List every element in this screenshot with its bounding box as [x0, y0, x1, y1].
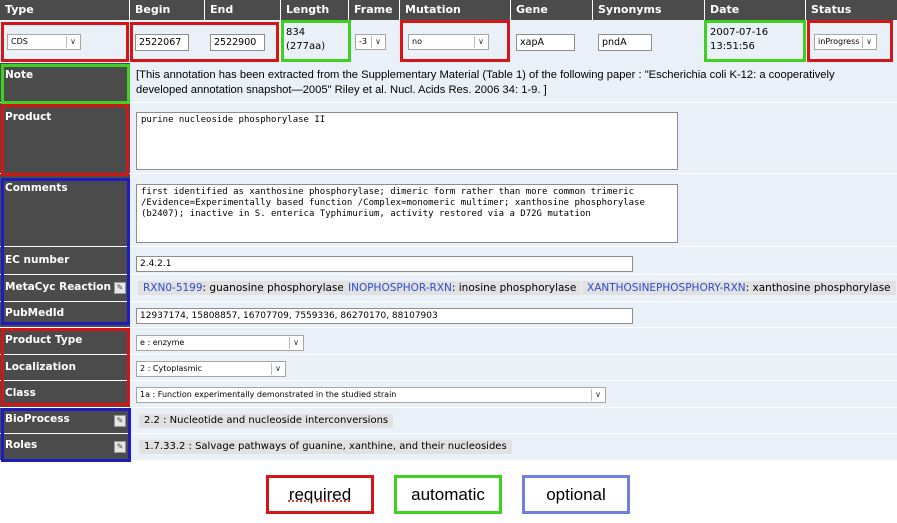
- localization-row: 2 : Cytoplasmic ∨: [130, 355, 897, 381]
- column-header-gene: Gene: [511, 0, 593, 20]
- pubmed-row: 12937174, 15808857, 16707709, 7559336, 8…: [130, 302, 897, 328]
- edit-icon[interactable]: ✎: [114, 415, 126, 427]
- bioprocess-row: 2.2 : Nucleotide and nucleoside intercon…: [130, 408, 897, 434]
- status-select[interactable]: inProgress ∨: [814, 34, 877, 50]
- synonyms-input[interactable]: pndA: [598, 34, 652, 51]
- note-row: [This annotation has been extracted from…: [130, 63, 897, 103]
- class-select[interactable]: 1a : Function experimentally demonstrate…: [136, 387, 606, 403]
- class-label: Class: [0, 381, 130, 408]
- product-row: purine nucleoside phosphorylase II: [130, 103, 897, 174]
- column-header-end: End: [205, 0, 281, 20]
- roles-row: 1.7.33.2 : Salvage pathways of guanine, …: [130, 434, 897, 461]
- ec-number-label: EC number: [0, 247, 130, 275]
- legend-optional: optional: [522, 475, 630, 514]
- comments-textarea[interactable]: first identified as xanthosine phosphory…: [136, 184, 678, 243]
- annotation-editor: Type Begin End Length Frame Mutation Gen…: [0, 0, 897, 523]
- chevron-down-icon: ∨: [862, 36, 875, 48]
- mutation-select[interactable]: no ∨: [408, 34, 489, 50]
- column-header-status: Status: [806, 0, 897, 20]
- roles-chip[interactable]: 1.7.33.2 : Salvage pathways of guanine, …: [139, 440, 512, 454]
- class-row: 1a : Function experimentally demonstrate…: [130, 381, 897, 408]
- roles-label: Roles ✎: [0, 434, 130, 461]
- column-header-length: Length: [281, 0, 349, 20]
- gene-input[interactable]: xapA: [516, 34, 575, 51]
- chevron-down-icon: ∨: [591, 389, 604, 401]
- product-type-row: e : enzyme ∨: [130, 328, 897, 355]
- type-select[interactable]: CDS ∨: [7, 34, 81, 50]
- begin-input[interactable]: 2522067: [135, 34, 189, 51]
- edit-icon[interactable]: ✎: [114, 441, 126, 453]
- chevron-down-icon: ∨: [474, 36, 487, 48]
- pubmed-input[interactable]: 12937174, 15808857, 16707709, 7559336, 8…: [136, 308, 633, 324]
- comments-row: first identified as xanthosine phosphory…: [130, 174, 897, 247]
- column-header-date: Date: [705, 0, 806, 20]
- column-header-type: Type: [0, 0, 130, 20]
- column-header-begin: Begin: [130, 0, 205, 20]
- column-header-frame: Frame: [349, 0, 400, 20]
- chevron-down-icon: ∨: [271, 363, 284, 375]
- chevron-down-icon: ∨: [371, 36, 384, 48]
- ec-number-row: 2.4.2.1: [130, 247, 897, 275]
- note-text: [This annotation has been extracted from…: [136, 69, 835, 96]
- legend-automatic: automatic: [394, 475, 502, 514]
- length-value: 834 (277aa): [286, 27, 326, 52]
- metacyc-row: RXN0-5199: guanosine phosphorylase INOPH…: [130, 275, 897, 302]
- pubmed-label: PubMedId: [0, 302, 130, 328]
- comments-label: Comments: [0, 174, 130, 247]
- metacyc-reaction-chip[interactable]: RXN0-5199: guanosine phosphorylase: [138, 281, 349, 295]
- frame-select[interactable]: -3 ∨: [355, 34, 386, 50]
- bioprocess-label: BioProcess ✎: [0, 408, 130, 434]
- localization-select[interactable]: 2 : Cytoplasmic ∨: [136, 361, 286, 377]
- date-value: 2007-07-16 13:51:56: [710, 27, 769, 52]
- metacyc-label: MetaCyc Reaction ✎: [0, 275, 130, 302]
- column-header-mutation: Mutation: [400, 0, 511, 20]
- note-label: Note: [0, 63, 130, 103]
- bioprocess-chip[interactable]: 2.2 : Nucleotide and nucleoside intercon…: [139, 414, 394, 428]
- product-type-label: Product Type: [0, 328, 130, 355]
- product-textarea[interactable]: purine nucleoside phosphorylase II: [136, 112, 678, 170]
- end-input[interactable]: 2522900: [210, 34, 265, 51]
- product-label: Product: [0, 103, 130, 174]
- legend-required: required: [266, 475, 374, 514]
- metacyc-reaction-chip[interactable]: INOPHOSPHOR-RXN: inosine phosphorylase: [343, 281, 582, 295]
- localization-label: Localization: [0, 355, 130, 381]
- ec-number-input[interactable]: 2.4.2.1: [136, 256, 633, 272]
- chevron-down-icon: ∨: [66, 36, 79, 48]
- column-header-synonyms: Synonyms: [593, 0, 705, 20]
- edit-icon[interactable]: ✎: [114, 282, 126, 294]
- product-type-select[interactable]: e : enzyme ∨: [136, 335, 304, 351]
- chevron-down-icon: ∨: [289, 337, 302, 349]
- metacyc-reaction-chip[interactable]: XANTHOSINEPHOSPHORY-RXN: xanthosine phos…: [582, 281, 896, 295]
